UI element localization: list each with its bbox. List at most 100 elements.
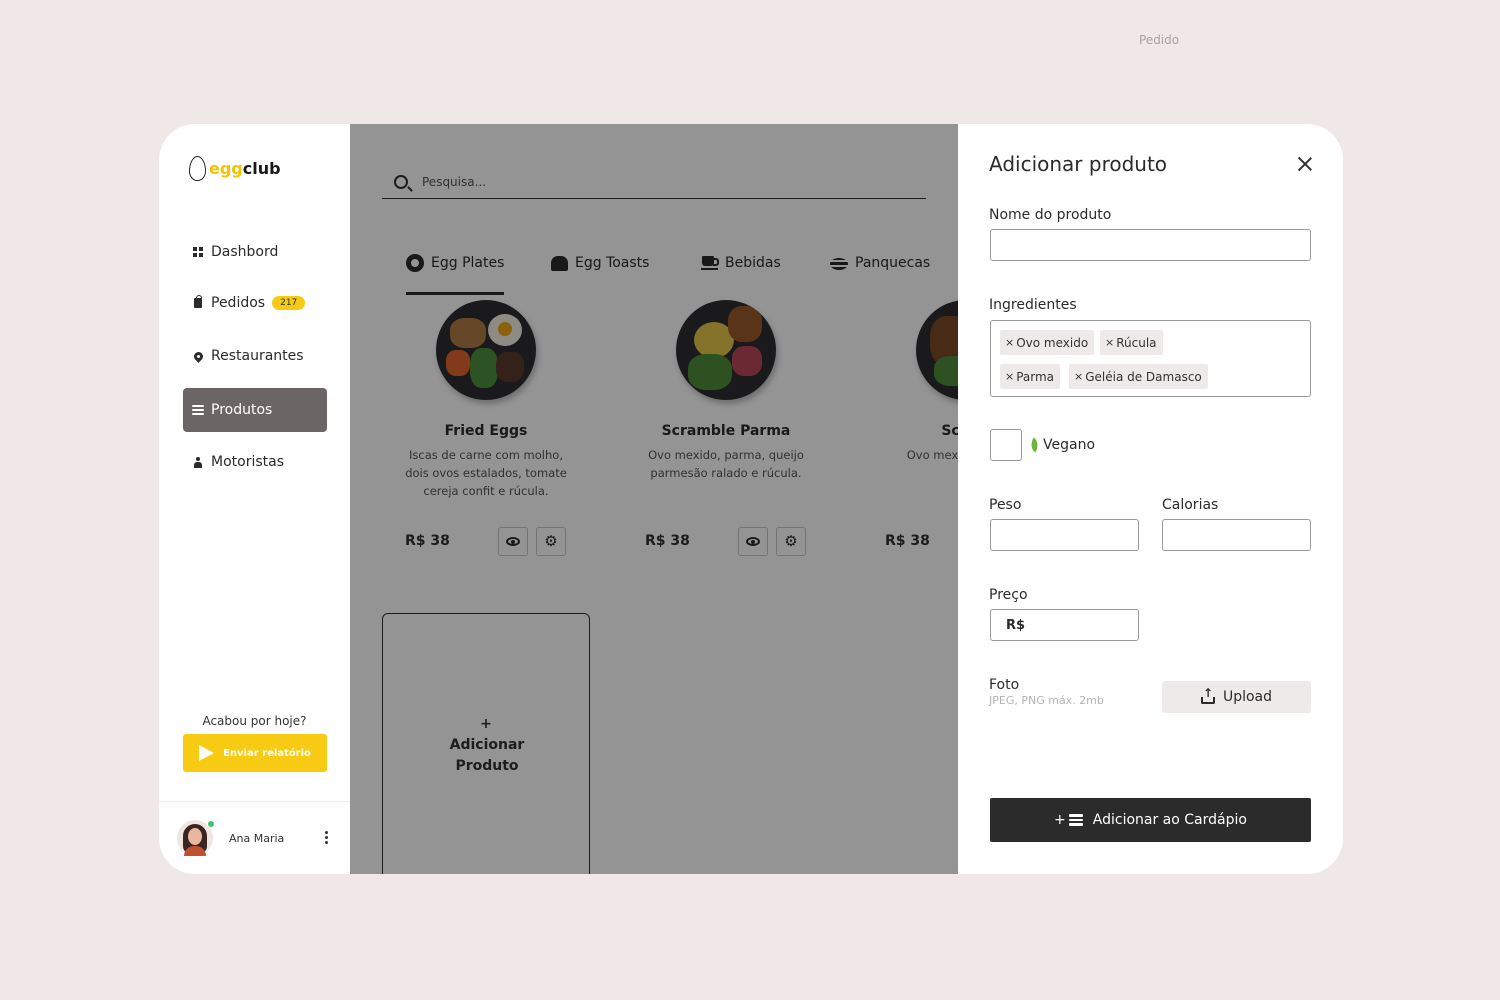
product-name-label: Nome do produto: [989, 207, 1112, 223]
avatar[interactable]: [177, 820, 215, 856]
add-product-label: Adicionar Produto: [449, 737, 525, 774]
product-description: Ovo mexid geléia de: [906, 448, 958, 462]
add-to-menu-button[interactable]: + Adicionar ao Cardápio: [990, 798, 1311, 842]
sidebar-item-label: Restaurantes: [211, 348, 304, 364]
search-bar: [382, 166, 926, 199]
bag-icon: [192, 295, 204, 308]
more-options-icon[interactable]: [325, 831, 328, 844]
price-label: Preço: [989, 587, 1028, 603]
ingredient-label: Rúcula: [1116, 335, 1157, 350]
upload-button[interactable]: Upload: [1162, 681, 1311, 713]
brand-part-egg: egg: [209, 159, 243, 178]
ingredient-label: Geléia de Damasco: [1085, 369, 1202, 384]
sidebar-item-motoristas[interactable]: Motoristas: [183, 440, 327, 484]
ingredients-label: Ingredientes: [989, 297, 1077, 313]
products-main: Egg Plates Egg Toasts Bebidas Panquecas: [350, 124, 958, 874]
ingredient-chip[interactable]: × Parma: [1000, 364, 1061, 389]
product-title: Scramble Parma: [661, 423, 791, 439]
remove-chip-icon[interactable]: ×: [1105, 336, 1114, 349]
gear-icon: ⚙: [544, 532, 558, 550]
product-image: [916, 300, 958, 400]
tab-egg-toasts[interactable]: Egg Toasts: [551, 231, 649, 295]
add-menu-icon: +: [1054, 812, 1083, 828]
upload-label: Upload: [1222, 689, 1273, 705]
search-icon: [394, 175, 408, 189]
product-card[interactable]: Scram Ovo mexid geléia de R$ 38: [862, 300, 958, 580]
fried-egg-icon: [406, 254, 424, 272]
product-price: R$ 38: [645, 533, 690, 549]
photo-label: Foto: [989, 677, 1020, 693]
sidebar-item-produtos[interactable]: Produtos: [183, 388, 327, 432]
sidebar-item-label: Pedidos: [211, 295, 266, 311]
grid-icon: [192, 247, 204, 257]
settings-button[interactable]: ⚙: [536, 527, 566, 556]
brand-logo[interactable]: egg club: [189, 156, 281, 181]
weight-label: Peso: [989, 497, 1022, 513]
pancake-icon: [830, 255, 848, 271]
product-description: Iscas de carne com molho, dois ovos esta…: [405, 448, 567, 498]
sidebar-item-label: Dashbord: [211, 244, 279, 260]
add-to-menu-label: Adicionar ao Cardápio: [1092, 812, 1247, 828]
price-prefix: R$: [1006, 617, 1026, 633]
toast-icon: [551, 255, 568, 271]
ingredient-chip[interactable]: × Geléia de Damasco: [1069, 364, 1208, 389]
ingredient-label: Parma: [1016, 369, 1055, 384]
ingredients-field[interactable]: × Ovo mexido × Rúcula × Parma × Geléia d…: [990, 320, 1311, 397]
vegan-label-group: Vegano: [1027, 437, 1096, 453]
egg-logo-icon: [189, 156, 206, 181]
gear-icon: ⚙: [784, 532, 798, 550]
calories-label: Calorias: [1162, 497, 1219, 513]
send-icon: [199, 745, 215, 761]
category-tabs: Egg Plates Egg Toasts Bebidas Panquecas: [382, 231, 958, 295]
sidebar-item-pedidos[interactable]: Pedidos 217: [183, 281, 327, 325]
product-image: [436, 300, 536, 400]
coffee-cup-icon: [701, 256, 719, 270]
tab-label: Panquecas: [855, 255, 931, 271]
sidebar-item-restaurantes[interactable]: Restaurantes: [183, 334, 327, 378]
leaf-icon: [1027, 437, 1042, 453]
product-name-field[interactable]: [990, 229, 1311, 261]
eye-icon: [746, 537, 760, 546]
remove-chip-icon[interactable]: ×: [1005, 370, 1014, 383]
menu-stack-icon: [192, 405, 204, 415]
remove-chip-icon[interactable]: ×: [1005, 336, 1014, 349]
sidebar-item-dashboard[interactable]: Dashbord: [183, 230, 327, 274]
tab-label: Bebidas: [725, 255, 781, 271]
user-profile[interactable]: Ana Maria: [177, 820, 337, 856]
ingredient-chip[interactable]: × Rúcula: [1100, 330, 1163, 355]
sidebar: egg club Dashbord Pedidos 217 Restaurante…: [159, 124, 350, 874]
tab-panquecas[interactable]: Panquecas: [830, 231, 930, 295]
tab-egg-plates[interactable]: Egg Plates: [406, 231, 505, 295]
vegan-checkbox[interactable]: [990, 429, 1022, 461]
ingredient-chip[interactable]: × Ovo mexido: [1000, 330, 1095, 355]
remove-chip-icon[interactable]: ×: [1074, 370, 1083, 383]
app-window: egg club Dashbord Pedidos 217 Restaurante…: [159, 124, 1343, 874]
vegan-label: Vegano: [1043, 437, 1096, 453]
view-button[interactable]: [738, 527, 768, 556]
product-title: Fried Eggs: [444, 423, 528, 439]
sidebar-divider: [159, 801, 350, 802]
search-input[interactable]: [422, 175, 822, 189]
price-field[interactable]: R$: [990, 609, 1139, 641]
send-report-button[interactable]: Enviar relatório: [183, 734, 327, 772]
add-product-plus: +: [480, 716, 492, 732]
close-icon[interactable]: [1297, 156, 1313, 172]
tab-label: Egg Toasts: [575, 255, 650, 271]
product-description: Ovo mexido, parma, queijo parmesão ralad…: [648, 448, 804, 480]
product-card[interactable]: Scramble Parma Ovo mexido, parma, queijo…: [622, 300, 830, 580]
settings-button[interactable]: ⚙: [776, 527, 806, 556]
panel-title: Adicionar produto: [989, 152, 1168, 176]
product-price: R$ 38: [885, 533, 930, 549]
add-product-card[interactable]: + Adicionar Produto: [382, 613, 590, 874]
send-report-label: Enviar relatório: [223, 747, 311, 759]
weight-field[interactable]: [990, 519, 1139, 551]
ingredient-label: Ovo mexido: [1016, 335, 1089, 350]
product-title: Scram: [941, 423, 958, 439]
product-card[interactable]: Fried Eggs Iscas de carne com molho, doi…: [382, 300, 590, 580]
online-status-dot: [207, 820, 215, 828]
upload-icon: [1200, 686, 1215, 704]
add-product-panel: Adicionar produto Nome do produto Ingred…: [958, 124, 1343, 874]
calories-field[interactable]: [1162, 519, 1311, 551]
view-button[interactable]: [498, 527, 528, 556]
tab-bebidas[interactable]: Bebidas: [701, 231, 781, 295]
